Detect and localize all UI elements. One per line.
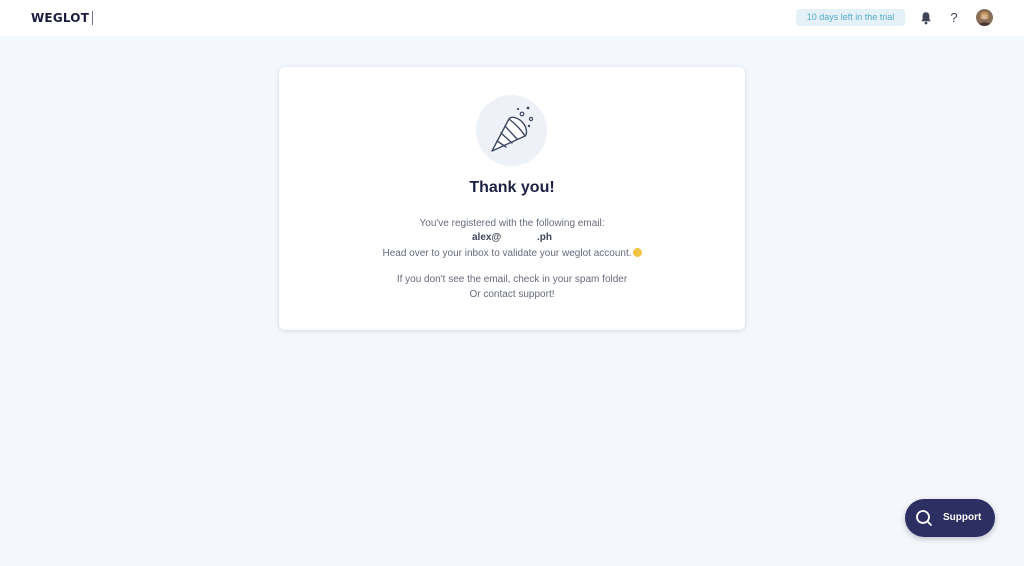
weglot-logo[interactable]: WEGLOT [31,11,89,25]
support-button[interactable]: Support [905,499,995,537]
bell-icon[interactable] [920,11,932,25]
spam-folder-text: If you don't see the email, check in you… [396,274,628,285]
help-icon[interactable]: ? [948,9,960,26]
validate-text: Head over to your inbox to validate your… [382,248,632,259]
illustration-circle [476,95,547,166]
support-label: Support [943,512,982,523]
search-chat-icon [915,509,933,527]
party-popper-icon [491,106,534,152]
top-bar: WEGLOT 10 days left in the trial ? [0,0,1024,36]
validate-line: Head over to your inbox to validate your… [279,248,745,259]
trial-badge[interactable]: 10 days left in the trial [796,9,905,26]
registered-email: alex@ .ph [279,232,745,245]
smiling-face-icon [632,248,642,257]
email-user: alex@ [472,232,502,243]
user-avatar[interactable] [976,9,993,26]
page-title: Thank you! [469,179,555,196]
registered-text: You've registered with the following ema… [419,218,605,229]
contact-support-text[interactable]: Or contact support! [279,289,745,300]
thank-you-card: Thank you! You've registered with the fo… [279,67,745,330]
logo-divider [92,11,93,25]
email-domain: .ph [537,232,552,243]
